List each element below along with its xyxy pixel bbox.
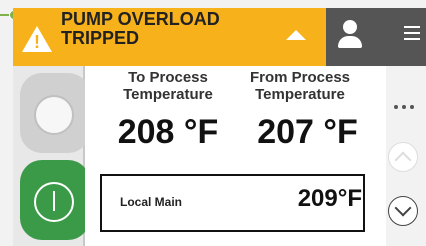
alarm-message: PUMP OVERLOAD TRIPPED (61, 9, 220, 48)
from-process-temperature-label: From Process Temperature (249, 69, 351, 103)
user-button[interactable] (326, 8, 376, 66)
to-process-temperature-label: To Process Temperature (123, 69, 213, 103)
main-content: To Process Temperature From Process Temp… (85, 66, 386, 246)
stop-button[interactable] (20, 73, 90, 153)
local-main-setpoint[interactable]: Local Main 209°F (100, 174, 365, 232)
to-process-temperature-value: 208 °F (117, 113, 219, 151)
more-dots-icon[interactable] (394, 96, 420, 109)
warning-exclamation: ! (34, 32, 40, 52)
chevron-up-icon (394, 151, 412, 169)
alarm-collapse-icon[interactable] (286, 30, 306, 40)
user-icon (343, 20, 357, 34)
menu-button[interactable] (376, 8, 426, 66)
scroll-down-button[interactable] (388, 196, 418, 226)
circle-off-icon (34, 95, 74, 135)
chevron-down-icon (394, 199, 412, 217)
scroll-up-button[interactable] (388, 142, 418, 172)
user-icon-body (338, 36, 362, 48)
power-on-icon (34, 182, 74, 222)
local-main-value: 209°F (297, 185, 362, 212)
power-button[interactable] (20, 160, 90, 240)
hamburger-menu-icon (404, 26, 420, 40)
local-main-label: Local Main (120, 195, 183, 209)
from-process-temperature-value: 207 °F (257, 113, 358, 151)
